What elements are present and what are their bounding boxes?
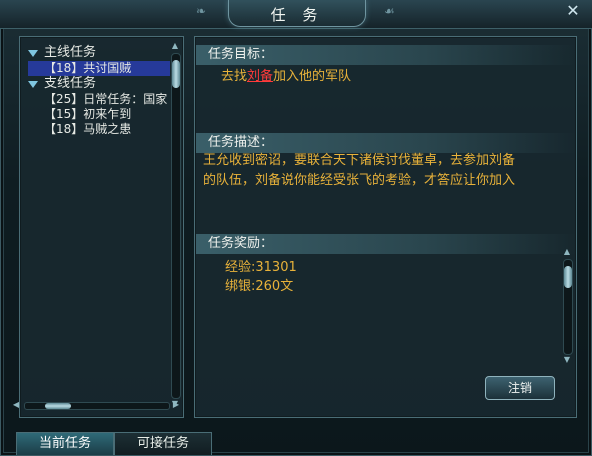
- window-title: 任 务: [270, 6, 324, 24]
- close-icon[interactable]: ✕: [564, 2, 582, 20]
- list-horizontal-scrollbar[interactable]: [24, 402, 170, 410]
- description-line: 王允收到密诏，要联合天下诸侯讨伐董卓，去参加刘备: [203, 153, 516, 168]
- detail-scroll-thumb[interactable]: [564, 266, 572, 288]
- goal-suffix: 加入他的军队: [273, 69, 352, 84]
- horizontal-scroll-thumb[interactable]: [45, 403, 71, 409]
- expand-triangle-icon: [28, 80, 38, 88]
- quest-item-gongtao[interactable]: 【18】共讨国贼: [28, 61, 170, 76]
- scroll-up-icon[interactable]: ▲: [169, 41, 181, 50]
- detail-vertical-scrollbar[interactable]: [563, 259, 573, 355]
- detail-scroll-up-icon[interactable]: ▲: [561, 247, 573, 256]
- category-side[interactable]: 支线任务: [28, 76, 170, 92]
- title-bar[interactable]: ❧ 任 务 ☙ ✕: [0, 0, 592, 29]
- quest-window: ❧ 任 务 ☙ ✕ 主线任务 【18】共讨国贼 支线任务 【25】日常任务：国家…: [0, 0, 592, 456]
- detail-scroll-down-icon[interactable]: ▼: [561, 355, 573, 364]
- description-header: 任务描述：: [196, 133, 576, 153]
- tab-available-quests[interactable]: 可接任务: [114, 432, 212, 455]
- list-scroll-thumb[interactable]: [172, 60, 180, 88]
- description-line: 的队伍，刘备说你能经受张飞的考验，才答应让你加入: [203, 173, 516, 188]
- quest-item-chulai[interactable]: 【15】初来乍到: [28, 107, 170, 122]
- reward-silver: 绑银:260文: [225, 279, 294, 294]
- tab-current-quests[interactable]: 当前任务: [16, 432, 114, 455]
- expand-triangle-icon: [28, 49, 38, 57]
- title-plate: 任 务: [228, 0, 366, 27]
- reward-exp: 经验:31301: [225, 260, 297, 275]
- quest-detail-panel: 任务目标： 去找刘备加入他的军队 任务描述： 王允收到密诏，要联合天下诸侯讨伐董…: [194, 36, 577, 418]
- category-label: 主线任务: [44, 45, 97, 60]
- title-ornament-right: ☙: [384, 4, 395, 18]
- goal-text: 去找刘备加入他的军队: [221, 65, 351, 84]
- description-text: 王允收到密诏，要联合天下诸侯讨伐董卓，去参加刘备 的队伍，刘备说你能经受张飞的考…: [203, 151, 563, 191]
- goal-header: 任务目标：: [196, 45, 576, 65]
- quest-list-panel: 主线任务 【18】共讨国贼 支线任务 【25】日常任务：国家 【15】初来乍到 …: [19, 36, 184, 418]
- reward-header: 任务奖励：: [196, 234, 576, 254]
- npc-link[interactable]: 刘备: [247, 69, 273, 84]
- scroll-left-icon[interactable]: ◀: [10, 400, 22, 409]
- goal-prefix: 去找: [221, 69, 248, 84]
- quest-item-daily[interactable]: 【25】日常任务：国家: [28, 92, 170, 107]
- title-ornament-left: ❧: [196, 4, 207, 18]
- list-vertical-scrollbar[interactable]: [171, 53, 181, 399]
- category-main[interactable]: 主线任务: [28, 45, 170, 61]
- quest-item-mazei[interactable]: 【18】马贼之患: [28, 122, 170, 137]
- quest-tree: 主线任务 【18】共讨国贼 支线任务 【25】日常任务：国家 【15】初来乍到 …: [28, 45, 170, 137]
- cancel-quest-button[interactable]: 注销: [485, 376, 555, 400]
- category-label: 支线任务: [44, 76, 97, 91]
- scroll-right-icon[interactable]: ▶: [170, 400, 182, 409]
